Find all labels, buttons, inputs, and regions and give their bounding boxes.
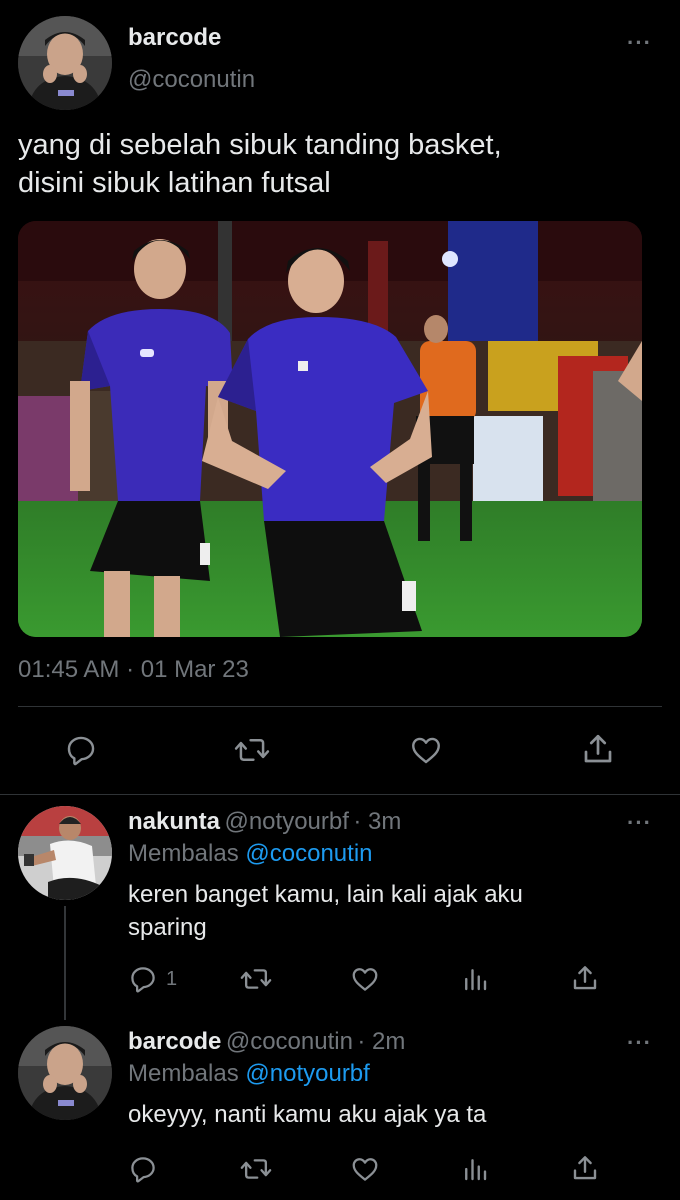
author-name[interactable]: barcode xyxy=(128,24,221,52)
heart-icon xyxy=(412,737,440,764)
retweet-icon xyxy=(240,1159,272,1179)
heart-icon xyxy=(352,968,378,991)
reply-author-name[interactable]: nakunta xyxy=(128,808,220,835)
reply-author-handle[interactable]: @coconutin xyxy=(226,1028,353,1055)
reply-time[interactable]: · 3m xyxy=(353,808,401,835)
futsal-players-photo xyxy=(18,221,642,637)
replying-to-mention[interactable]: @notyourbf xyxy=(245,1060,369,1087)
retweet-button[interactable] xyxy=(240,964,272,994)
heart-icon xyxy=(352,1158,378,1181)
more-icon[interactable]: ··· xyxy=(627,30,652,56)
more-icon[interactable]: ··· xyxy=(627,810,652,836)
divider xyxy=(0,794,680,795)
reply-header: barcode @coconutin · 2m xyxy=(128,1028,405,1056)
reply-author-handle[interactable]: @notyourbf xyxy=(224,808,348,835)
replying-prefix: Membalas xyxy=(128,840,239,867)
share-button[interactable] xyxy=(570,962,600,994)
tweet-photo[interactable] xyxy=(18,221,642,637)
reply-count: 1 xyxy=(166,967,178,990)
like-button[interactable] xyxy=(350,964,380,994)
thread-line xyxy=(64,906,66,1020)
share-button[interactable] xyxy=(570,1152,600,1184)
reply-avatar[interactable] xyxy=(18,1026,112,1120)
author-handle[interactable]: @coconutin xyxy=(128,66,255,94)
views-icon xyxy=(465,1159,487,1181)
retweet-icon xyxy=(240,969,272,989)
like-button[interactable] xyxy=(408,733,444,767)
reply-header: nakunta @notyourbf · 3m xyxy=(128,808,401,836)
divider xyxy=(18,706,662,707)
views-button[interactable] xyxy=(460,964,490,994)
like-button[interactable] xyxy=(350,1154,380,1184)
tweet-text-line: disini sibuk latihan futsal xyxy=(18,167,331,199)
reply-text-line: keren banget kamu, lain kali ajak aku xyxy=(128,881,523,908)
views-button[interactable] xyxy=(460,1154,490,1184)
reply-text: okeyyy, nanti kamu aku ajak ya ta xyxy=(128,1098,648,1131)
reply-text-line: sparing xyxy=(128,914,207,941)
retweet-button[interactable] xyxy=(234,733,270,767)
share-icon xyxy=(584,734,612,763)
replying-to-mention[interactable]: @coconutin xyxy=(245,840,372,867)
views-icon xyxy=(465,969,487,991)
replying-to: Membalas @notyourbf xyxy=(128,1060,370,1088)
reply-avatar[interactable] xyxy=(18,806,112,900)
reply-button[interactable]: 1 xyxy=(128,964,177,994)
reply-time[interactable]: · 2m xyxy=(357,1028,405,1055)
reply-author-name[interactable]: barcode xyxy=(128,1028,221,1055)
reply-icon xyxy=(131,967,155,993)
tweet-timestamp[interactable]: 01:45 AM · 01 Mar 23 xyxy=(18,656,249,684)
share-icon xyxy=(573,1156,597,1180)
replying-prefix: Membalas xyxy=(128,1060,239,1087)
tweet-text: yang di sebelah sibuk tanding basket, di… xyxy=(18,126,658,202)
reply-icon xyxy=(67,736,95,766)
reply-icon xyxy=(131,1157,155,1183)
reply-button[interactable] xyxy=(64,733,98,767)
retweet-icon xyxy=(234,739,270,761)
replying-to: Membalas @coconutin xyxy=(128,840,373,868)
reply-button[interactable] xyxy=(128,1154,158,1184)
reply-text-line: okeyyy, nanti kamu aku ajak ya ta xyxy=(128,1101,487,1128)
author-avatar[interactable] xyxy=(18,16,112,110)
share-icon xyxy=(573,966,597,990)
retweet-button[interactable] xyxy=(240,1154,272,1184)
share-button[interactable] xyxy=(580,731,616,767)
tweet-text-line: yang di sebelah sibuk tanding basket, xyxy=(18,129,502,161)
reply-text: keren banget kamu, lain kali ajak aku sp… xyxy=(128,878,648,944)
more-icon[interactable]: ··· xyxy=(627,1030,652,1056)
